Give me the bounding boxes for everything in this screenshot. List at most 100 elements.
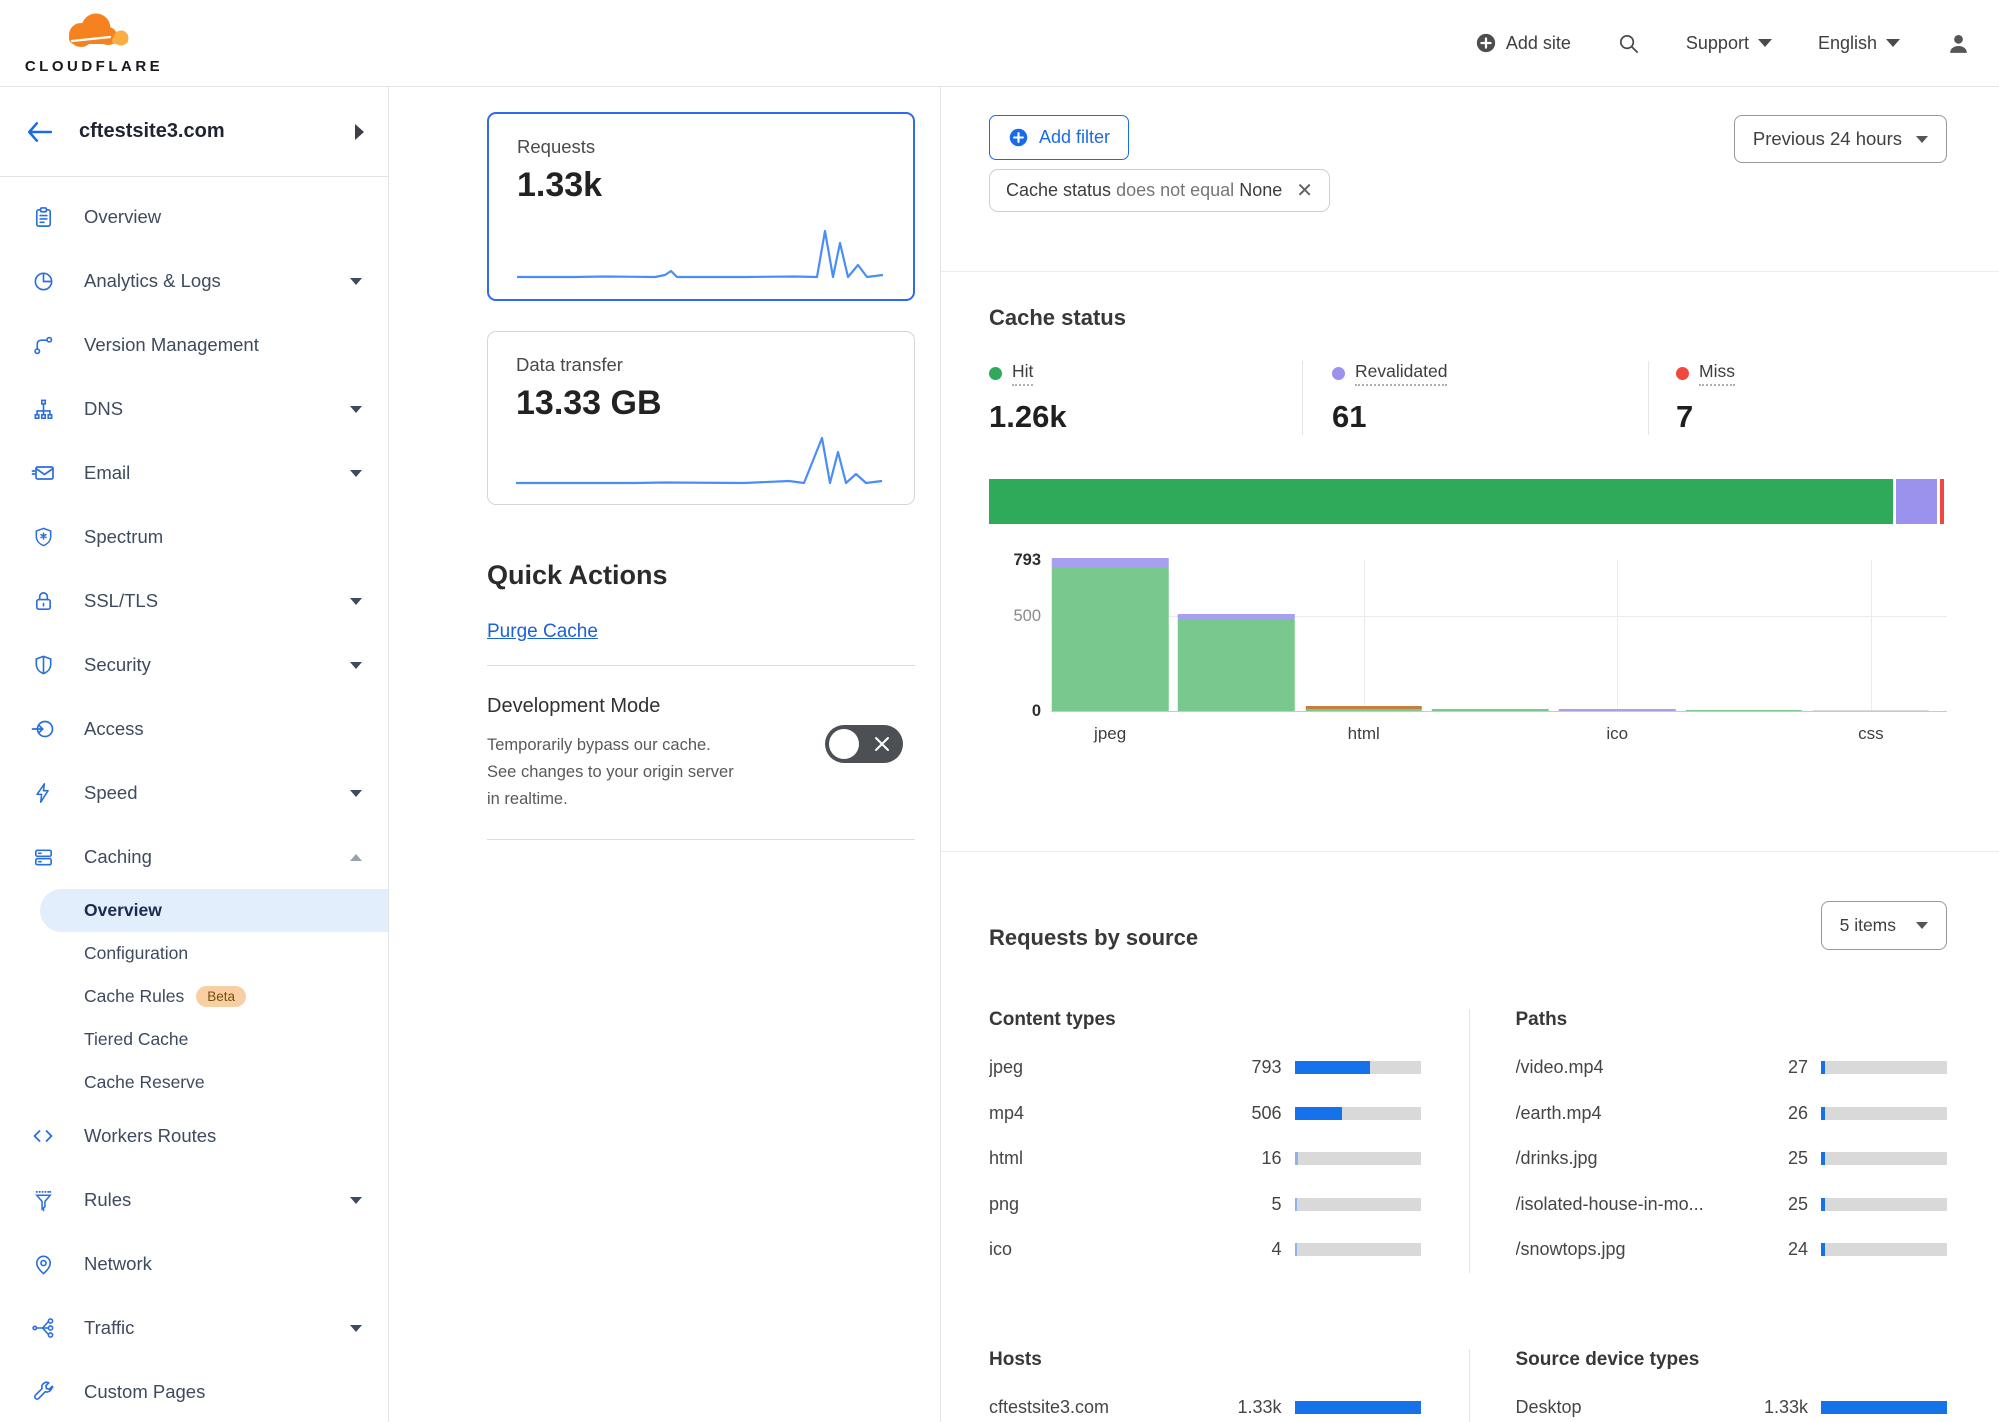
items-count-label: 5 items [1840, 915, 1896, 936]
sidebar-item-rules[interactable]: Rules [0, 1168, 388, 1232]
stat-value-revalidated: 61 [1332, 399, 1648, 435]
sidebar-item-spectrum[interactable]: Spectrum [0, 505, 388, 569]
submenu-item-label: Configuration [84, 943, 188, 964]
hosts-title: Hosts [989, 1349, 1421, 1371]
stat-value-hit: 1.26k [989, 399, 1302, 435]
code-icon [30, 1123, 56, 1149]
development-mode-toggle[interactable] [825, 725, 903, 763]
bar-jpeg [1052, 558, 1168, 711]
submenu-item-configuration[interactable]: Configuration [0, 932, 388, 975]
language-menu[interactable]: English [1818, 33, 1900, 54]
submenu-item-cache-reserve[interactable]: Cache Reserve [0, 1061, 388, 1104]
gridline [1871, 560, 1872, 711]
sidebar-item-label: Speed [84, 782, 138, 804]
metric-label: Requests [517, 136, 885, 158]
purge-cache-link[interactable]: Purge Cache [487, 621, 598, 643]
bar-png [1432, 709, 1548, 711]
sidebar-item-workers-routes[interactable]: Workers Routes [0, 1104, 388, 1168]
remove-filter-icon[interactable]: ✕ [1296, 181, 1313, 201]
sidebar-item-overview[interactable]: Overview [0, 185, 388, 249]
search-icon [1617, 32, 1640, 55]
chevron-down-icon [1916, 136, 1928, 143]
back-arrow-icon[interactable] [26, 121, 52, 143]
row-value: 16 [1218, 1148, 1282, 1169]
paths-column: Paths /video.mp4 27 /earth.mp4 26 [1469, 1009, 1948, 1273]
sidebar-item-analytics-logs[interactable]: Analytics & Logs [0, 249, 388, 313]
revalidated-dot-icon [1332, 367, 1345, 380]
sidebar-item-traffic[interactable]: Traffic [0, 1296, 388, 1360]
sidebar-item-version-management[interactable]: Version Management [0, 313, 388, 377]
sidebar-item-custom-pages[interactable]: Custom Pages [0, 1360, 388, 1422]
row-label: /earth.mp4 [1516, 1103, 1745, 1124]
sidebar-item-label: Rules [84, 1189, 131, 1211]
items-count-selector[interactable]: 5 items [1821, 901, 1947, 950]
x-tick-jpeg: jpeg [1094, 724, 1126, 744]
cloudflare-logo[interactable]: CLOUDFLARE [14, 11, 174, 75]
account-menu[interactable] [1946, 31, 1971, 56]
bar-segment-revalidated [1559, 709, 1675, 711]
hosts-column: Hosts cftestsite3.com 1.33k [989, 1349, 1469, 1422]
row-label: Desktop [1516, 1397, 1745, 1418]
sidebar-item-email[interactable]: Email [0, 441, 388, 505]
lightning-icon [30, 780, 56, 806]
gridline [1617, 560, 1618, 711]
row-label: /isolated-house-in-mo... [1516, 1194, 1745, 1215]
paths-title: Paths [1516, 1009, 1948, 1031]
divider [487, 665, 915, 666]
submenu-item-tiered-cache[interactable]: Tiered Cache [0, 1018, 388, 1061]
row-bar-fill [1821, 1107, 1825, 1120]
revalidated-segment [1896, 479, 1936, 524]
sidebar-item-label: Workers Routes [84, 1125, 216, 1147]
sidebar-item-security[interactable]: Security [0, 633, 388, 697]
submenu-item-cache-rules[interactable]: Cache Rules Beta [0, 975, 388, 1018]
submenu-item-overview[interactable]: Overview [40, 889, 388, 932]
row-value: 24 [1744, 1239, 1808, 1260]
sidebar-item-caching[interactable]: Caching [0, 825, 388, 889]
search-button[interactable] [1617, 32, 1640, 55]
row-label: mp4 [989, 1103, 1218, 1124]
add-filter-button[interactable]: Add filter [989, 115, 1129, 160]
data-transfer-metric-card[interactable]: Data transfer 13.33 GB [487, 331, 915, 505]
row-bar-track [1821, 1401, 1947, 1414]
table-row: mp4 506 [989, 1091, 1421, 1137]
time-range-selector[interactable]: Previous 24 hours [1734, 115, 1947, 163]
row-bar-fill [1821, 1198, 1825, 1211]
x-tick-ico: ico [1606, 724, 1628, 744]
row-label: /snowtops.jpg [1516, 1239, 1745, 1260]
location-pin-icon [30, 1251, 56, 1277]
sidebar-item-access[interactable]: Access [0, 697, 388, 761]
sidebar-item-dns[interactable]: DNS [0, 377, 388, 441]
top-header: CLOUDFLARE Add site Support [0, 0, 1999, 87]
metric-label: Data transfer [516, 354, 886, 376]
sidebar-item-label: Analytics & Logs [84, 270, 221, 292]
sidebar-item-speed[interactable]: Speed [0, 761, 388, 825]
add-site-button[interactable]: Add site [1475, 32, 1571, 54]
chevron-down-icon [1916, 922, 1928, 929]
development-mode-title: Development Mode [487, 695, 915, 718]
stat-label-hit[interactable]: Hit [1012, 361, 1033, 386]
sidebar-item-label: Custom Pages [84, 1381, 205, 1403]
sidebar-item-label: Traffic [84, 1317, 134, 1339]
requests-metric-card[interactable]: Requests 1.33k [487, 112, 915, 301]
support-menu[interactable]: Support [1686, 33, 1772, 54]
sidebar-item-label: Network [84, 1253, 152, 1275]
device-types-column: Source device types Desktop 1.33k [1469, 1349, 1948, 1422]
add-site-label: Add site [1506, 33, 1571, 54]
sidebar-item-label: DNS [84, 398, 123, 420]
sidebar-item-ssl-tls[interactable]: SSL/TLS [0, 569, 388, 633]
requests-by-source-title: Requests by source [989, 925, 1947, 951]
row-bar-track [1295, 1061, 1421, 1074]
beta-badge: Beta [196, 986, 246, 1007]
row-label: png [989, 1194, 1218, 1215]
row-label: /drinks.jpg [1516, 1148, 1745, 1169]
divider [941, 271, 1999, 272]
row-bar-track [1821, 1243, 1947, 1256]
stat-label-revalidated[interactable]: Revalidated [1355, 361, 1447, 386]
row-bar-fill [1821, 1152, 1825, 1165]
dns-tree-icon [30, 396, 56, 422]
divider [941, 851, 1999, 852]
sidebar-item-label: Version Management [84, 334, 259, 356]
sidebar-item-network[interactable]: Network [0, 1232, 388, 1296]
site-switcher-chevron[interactable] [355, 124, 364, 140]
stat-label-miss[interactable]: Miss [1699, 361, 1735, 386]
